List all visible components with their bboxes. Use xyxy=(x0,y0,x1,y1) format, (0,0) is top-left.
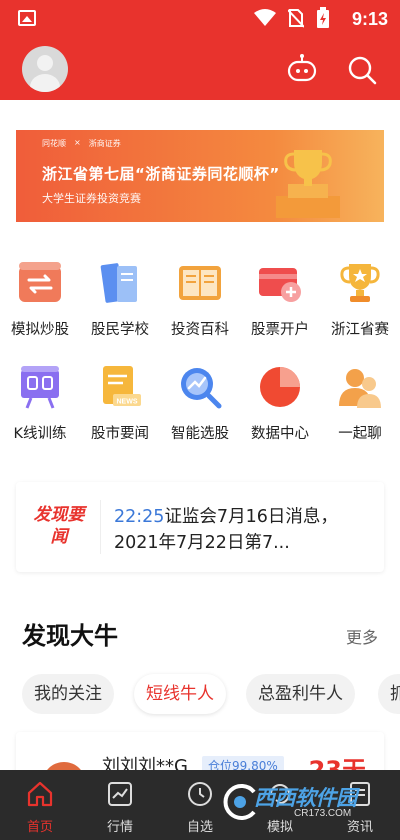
nav-home[interactable]: 首页 xyxy=(0,770,80,840)
grid-label: 股民学校 xyxy=(91,322,149,338)
grid-item-zhejiang-contest[interactable]: 浙江省赛 xyxy=(320,260,400,339)
chip-total-profit-experts[interactable]: 总盈利牛人 xyxy=(246,674,355,714)
grid-label: 股票开户 xyxy=(251,322,309,338)
grid-label: 模拟炒股 xyxy=(11,322,69,338)
grid-label: 智能选股 xyxy=(171,426,229,442)
system-icons xyxy=(254,7,330,29)
site-watermark: 西西软件园 CR173.COM xyxy=(220,778,390,826)
svg-text:NEWS: NEWS xyxy=(117,399,138,406)
chip-my-follow[interactable]: 我的关注 xyxy=(22,674,114,714)
grid-item-chat-together[interactable]: 一起聊 xyxy=(320,364,400,443)
open-book-icon xyxy=(179,266,221,300)
nav-market[interactable]: 行情 xyxy=(80,770,160,840)
banner-title: 浙江省第七届“浙商证券同花顺杯” xyxy=(42,165,280,183)
no-sim-icon xyxy=(288,9,304,28)
magnifier-trend-icon xyxy=(181,368,222,409)
grid-label: 一起聊 xyxy=(338,426,382,442)
news-time: 22:25 xyxy=(114,507,165,527)
news-headline: 22:25证监会7月16日消息，2021年7月22日第7... xyxy=(114,504,372,556)
nav-label: 首页 xyxy=(26,820,53,835)
banner-logo-left: 同花顺 xyxy=(42,139,66,148)
watchlist-icon xyxy=(188,782,212,806)
banner-logo-right: 浙商证券 xyxy=(88,139,121,148)
grid-label: 浙江省赛 xyxy=(331,322,389,338)
grid-item-smart-stock-picking[interactable]: 智能选股 xyxy=(160,364,240,443)
grid-item-open-account[interactable]: 股票开户 xyxy=(240,260,320,339)
books-icon xyxy=(100,263,137,303)
card-plus-icon xyxy=(259,268,301,302)
grid-label: 股市要闻 xyxy=(91,426,149,442)
grid-label: K线训练 xyxy=(13,426,67,442)
grid-item-market-news[interactable]: NEWS 股市要闻 xyxy=(80,364,160,443)
chart-board-icon xyxy=(21,366,59,409)
image-notification-icon xyxy=(18,10,36,26)
robot-assistant-icon[interactable] xyxy=(286,54,318,84)
featured-news-card[interactable]: 发现要闻 22:25证监会7月16日消息，2021年7月22日第7... xyxy=(16,482,384,572)
news-divider xyxy=(100,500,101,554)
data-sphere-icon xyxy=(260,367,300,407)
grid-item-investor-school[interactable]: 股民学校 xyxy=(80,260,160,339)
grid-item-simulated-trading[interactable]: 模拟炒股 xyxy=(0,260,80,339)
competition-banner[interactable]: 同花顺 × 浙商证券 浙江省第七届“浙商证券同花顺杯” 大学生证券投资竞赛 xyxy=(16,130,384,222)
status-bar: 9:13 xyxy=(0,0,400,38)
grid-item-data-center[interactable]: 数据中心 xyxy=(240,364,320,443)
people-chat-icon xyxy=(339,369,381,408)
grid-label: 数据中心 xyxy=(251,426,309,442)
user-avatar[interactable] xyxy=(22,46,68,92)
battery-charging-icon xyxy=(317,7,329,28)
section-title: 发现大牛 xyxy=(22,622,118,650)
swap-arrows-icon xyxy=(19,262,61,302)
banner-logos: 同花顺 × 浙商证券 xyxy=(42,138,121,148)
more-link[interactable]: 更多 xyxy=(346,624,378,648)
home-content: 同花顺 × 浙商证券 浙江省第七届“浙商证券同花顺杯” 大学生证券投资竞赛 模拟… xyxy=(0,100,400,792)
news-badge: 发现要闻 xyxy=(33,505,85,547)
banner-subtitle: 大学生证券投资竞赛 xyxy=(42,192,141,205)
news-icon: NEWS xyxy=(103,366,141,406)
search-icon[interactable] xyxy=(346,54,378,86)
wifi-icon xyxy=(254,9,276,26)
home-icon xyxy=(27,781,53,807)
chip-partial[interactable]: 抓 xyxy=(378,674,400,714)
status-time: 9:13 xyxy=(351,9,388,29)
chip-short-term-experts[interactable]: 短线牛人 xyxy=(134,674,226,714)
market-chart-icon xyxy=(108,782,132,806)
grid-label: 投资百科 xyxy=(171,322,229,338)
watermark-sub: CR173.COM xyxy=(294,808,352,819)
grid-item-kline-training[interactable]: K线训练 xyxy=(0,364,80,443)
app-header xyxy=(0,38,400,100)
grid-item-investment-encyclopedia[interactable]: 投资百科 xyxy=(160,260,240,339)
nav-label: 行情 xyxy=(106,820,133,835)
trophy-icon xyxy=(340,264,380,302)
banner-trophy-illustration xyxy=(276,150,340,218)
